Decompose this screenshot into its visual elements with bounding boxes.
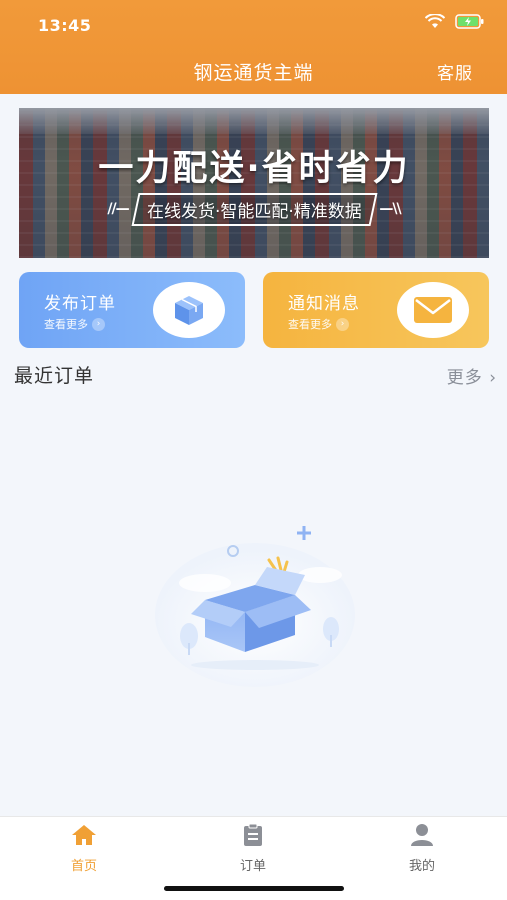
banner-subtitle-box: 在线发货·智能匹配·精准数据 xyxy=(131,192,377,226)
tab-orders-label: 订单 xyxy=(239,859,266,874)
home-icon xyxy=(44,823,124,847)
clipboard-icon xyxy=(213,823,293,847)
envelope-icon xyxy=(397,282,469,338)
page-title: 钢运通货主端 xyxy=(193,62,314,84)
customer-service-button[interactable]: 客服 xyxy=(437,59,473,84)
box-icon xyxy=(153,282,225,338)
publish-order-more-label: 查看更多 xyxy=(44,318,88,331)
status-time: 13:45 xyxy=(38,16,92,35)
banner-right-deco: —\\ xyxy=(379,201,401,217)
chevron-right-icon: › xyxy=(336,317,349,331)
notification-more[interactable]: 查看更多 › xyxy=(288,316,349,332)
notification-more-label: 查看更多 xyxy=(288,318,332,331)
chevron-right-icon: › xyxy=(92,317,105,331)
user-icon xyxy=(382,823,462,847)
empty-box-illustration xyxy=(145,515,365,695)
status-icons xyxy=(425,14,485,29)
publish-order-title: 发布订单 xyxy=(44,294,116,314)
tab-mine[interactable]: 我的 xyxy=(382,823,462,874)
tab-home[interactable]: 首页 xyxy=(44,823,124,874)
banner-title: 一力配送·省时省力 xyxy=(98,149,410,189)
banner-subtitle: 在线发货·智能匹配·精准数据 xyxy=(146,201,362,222)
banner-subtitle-row: //— 在线发货·智能匹配·精准数据 —\\ xyxy=(19,192,489,226)
more-orders-link[interactable]: 更多 › xyxy=(447,363,497,388)
promo-banner[interactable]: 一力配送·省时省力 //— 在线发货·智能匹配·精准数据 —\\ xyxy=(19,108,489,258)
top-app-bar: 13:45 钢运通货主端 客服 xyxy=(0,0,507,94)
notification-title: 通知消息 xyxy=(288,294,360,314)
banner-left-deco: //— xyxy=(107,201,129,217)
publish-order-more[interactable]: 查看更多 › xyxy=(44,316,105,332)
battery-icon xyxy=(455,14,484,29)
tab-orders[interactable]: 订单 xyxy=(213,823,293,874)
publish-order-card[interactable]: 发布订单 查看更多 › xyxy=(19,272,245,348)
recent-orders-title: 最近订单 xyxy=(14,365,95,387)
home-indicator xyxy=(164,886,344,891)
tab-home-label: 首页 xyxy=(70,859,97,874)
notification-card[interactable]: 通知消息 查看更多 › xyxy=(263,272,489,348)
tab-mine-label: 我的 xyxy=(408,859,435,874)
wifi-icon xyxy=(425,14,445,28)
